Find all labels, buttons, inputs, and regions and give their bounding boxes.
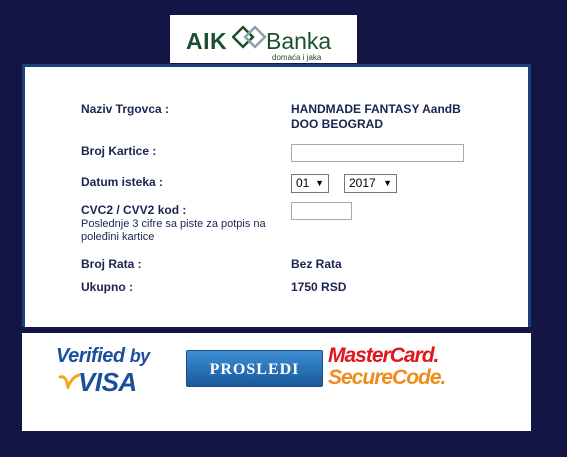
installments-label: Broj Rata :	[81, 257, 142, 271]
submit-button[interactable]: PROSLEDI	[186, 350, 323, 387]
cvc-hint: Poslednje 3 cifre sa piste za potpis na …	[81, 218, 266, 243]
total-value: 1750 RSD	[291, 280, 347, 294]
securecode-text: SecureCode.	[328, 366, 446, 389]
expiry-year-value: 2017	[349, 176, 376, 190]
card-number-input[interactable]	[291, 144, 464, 162]
logo-text-banka: Banka	[266, 28, 332, 54]
expiry-month-select[interactable]: 01 ▼	[291, 174, 329, 193]
mastercard-securecode-logo: MasterCard. SecureCode.	[328, 344, 458, 394]
merchant-value: HANDMADE FANTASY AandB DOO BEOGRAD	[291, 102, 461, 131]
payment-form-panel: Naziv Trgovca : HANDMADE FANTASY AandB D…	[22, 64, 531, 327]
verified-by-text: by	[129, 346, 151, 366]
card-number-label: Broj Kartice :	[81, 144, 157, 158]
installments-value: Bez Rata	[291, 257, 342, 271]
expiry-year-select[interactable]: 2017 ▼	[344, 174, 397, 193]
merchant-label: Naziv Trgovca :	[81, 102, 170, 116]
visa-swoosh-icon	[58, 373, 80, 389]
total-label: Ukupno :	[81, 280, 133, 294]
triangle-down-icon: ▼	[383, 178, 392, 188]
triangle-down-icon: ▼	[315, 178, 324, 188]
logo-tagline: domaća i jaka	[272, 53, 322, 62]
expiry-month-value: 01	[296, 176, 310, 190]
visa-text: VISA	[78, 367, 137, 397]
mastercard-text: MasterCard.	[328, 344, 439, 367]
expiry-label: Datum isteka :	[81, 175, 164, 189]
cvc-label: CVC2 / CVV2 kod :	[81, 203, 187, 217]
verified-text: Verified	[56, 345, 125, 367]
cvc-input[interactable]	[291, 202, 352, 220]
verified-by-visa-logo: Verified by VISA	[56, 345, 166, 397]
bank-logo: AIK Banka domaća i jaka	[170, 15, 357, 63]
logo-mark-icon	[232, 25, 267, 49]
logo-text-aik: AIK	[186, 28, 228, 54]
